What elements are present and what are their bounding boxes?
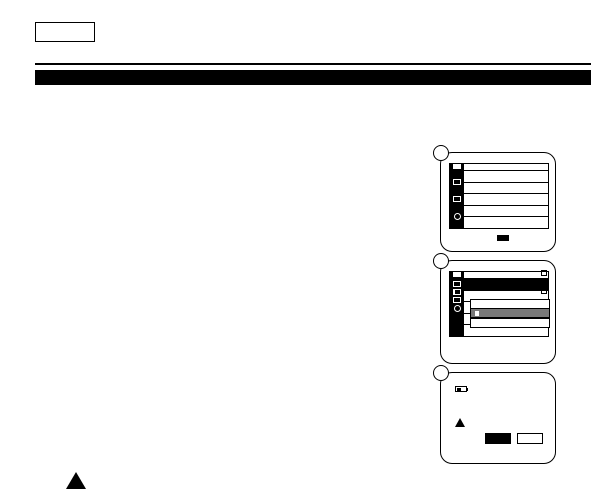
play-tab-icon[interactable] bbox=[449, 163, 463, 171]
menu-sidebar bbox=[450, 171, 464, 228]
header-box bbox=[35, 22, 95, 42]
step-circle-2 bbox=[433, 253, 449, 269]
menu-footer-button[interactable] bbox=[497, 235, 509, 241]
menu-row[interactable] bbox=[464, 183, 548, 195]
submenu-flyout bbox=[470, 299, 550, 327]
tab-background bbox=[463, 271, 549, 279]
screen-preview-2 bbox=[440, 260, 556, 364]
warning-icon bbox=[455, 418, 465, 427]
menu-row-highlighted[interactable] bbox=[464, 279, 548, 291]
dialog-button-primary[interactable] bbox=[485, 433, 511, 444]
menu-row[interactable] bbox=[464, 206, 548, 218]
menu-row[interactable] bbox=[464, 217, 548, 228]
up-triangle-icon bbox=[66, 472, 86, 489]
menu-row[interactable] bbox=[464, 171, 548, 183]
gear-icon bbox=[454, 213, 461, 220]
video-icon bbox=[453, 297, 461, 303]
menu-row[interactable] bbox=[464, 194, 548, 206]
play-tab-icon[interactable] bbox=[449, 271, 463, 279]
tab-background bbox=[463, 163, 549, 171]
dialog-button-secondary[interactable] bbox=[517, 433, 543, 444]
gear-icon bbox=[454, 305, 461, 312]
menu-sidebar bbox=[450, 279, 464, 336]
video-icon bbox=[453, 196, 461, 202]
submenu-row-selected[interactable] bbox=[470, 308, 550, 318]
header-thick-rule bbox=[35, 70, 591, 85]
camera-icon bbox=[453, 179, 461, 185]
header-thin-rule bbox=[35, 63, 591, 65]
card-icon bbox=[453, 289, 461, 295]
screen-preview-1 bbox=[440, 152, 556, 252]
camera-icon bbox=[453, 281, 461, 287]
submenu-row[interactable] bbox=[470, 318, 550, 328]
screen-preview-3 bbox=[440, 372, 556, 464]
step-circle-3 bbox=[433, 365, 449, 381]
menu-rows bbox=[464, 171, 548, 228]
step-circle-1 bbox=[433, 145, 449, 161]
battery-icon bbox=[455, 386, 467, 392]
